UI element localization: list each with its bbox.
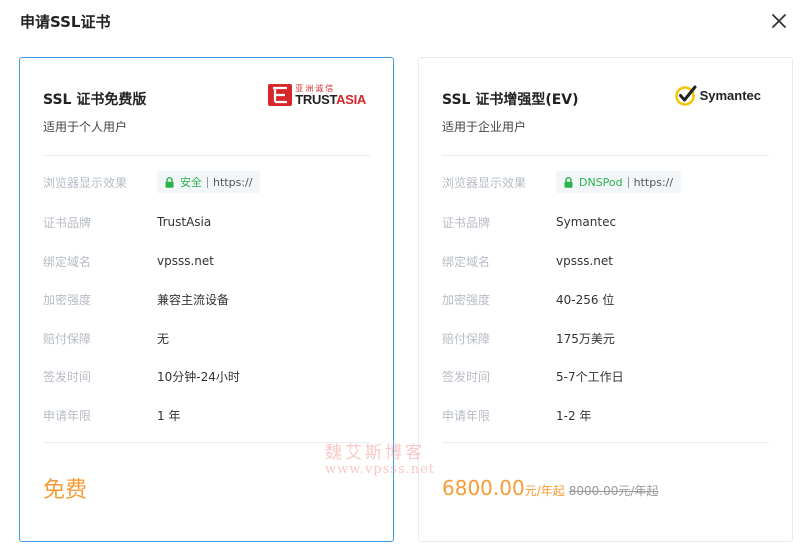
row-warranty: 赔付保障 175万美元 — [442, 331, 615, 346]
row-domain: 绑定域名 vpsss.net — [43, 254, 214, 269]
price-amount: 6800.00 — [442, 476, 525, 500]
row-warranty: 赔付保障 无 — [43, 331, 170, 346]
divider — [43, 442, 370, 443]
card-description: 适用于个人用户 — [43, 120, 128, 134]
row-domain: 绑定域名 vpsss.net — [442, 254, 613, 269]
row-encryption: 加密强度 40-256 位 — [442, 292, 615, 307]
symantec-check-icon — [674, 85, 697, 106]
lock-icon — [165, 176, 174, 188]
card-title: SSL 证书增强型(EV) — [442, 92, 579, 108]
lock-icon — [564, 176, 573, 188]
price-free: 免费 — [43, 478, 88, 503]
price-original: 8000.00元/年起 — [568, 484, 659, 498]
card-title: SSL 证书免费版 — [43, 92, 147, 108]
ssl-free-card[interactable]: SSL 证书免费版 适用于个人用户 亚洲诚信 TRUSTASIA 浏览器显示效果… — [19, 57, 394, 542]
card-description: 适用于企业用户 — [442, 120, 527, 134]
trustasia-logo: 亚洲诚信 TRUSTASIA — [268, 82, 366, 108]
divider — [442, 155, 769, 156]
dialog-title: 申请SSL证书 — [20, 13, 111, 31]
symantec-logo: Symantec — [674, 82, 761, 108]
row-brand: 证书品牌 TrustAsia — [43, 215, 212, 230]
row-brand: 证书品牌 Symantec — [442, 215, 617, 230]
trustasia-emblem-icon — [268, 84, 293, 106]
ssl-ev-card[interactable]: SSL 证书增强型(EV) 适用于企业用户 Symantec 浏览器显示效果 D… — [418, 57, 793, 542]
row-years: 申请年限 1-2 年 — [442, 408, 592, 423]
row-browser: 浏览器显示效果 DNSPod https:// — [442, 171, 769, 193]
row-browser: 浏览器显示效果 安全 https:// — [43, 171, 370, 193]
divider — [442, 442, 769, 443]
row-encryption: 加密强度 兼容主流设备 — [43, 292, 230, 307]
close-button[interactable] — [768, 10, 790, 32]
browser-preview: DNSPod https:// — [556, 171, 682, 193]
row-issue-time: 签发时间 10分钟-24小时 — [43, 369, 240, 384]
price-unit: 元/年起 — [524, 484, 565, 498]
row-issue-time: 签发时间 5-7个工作日 — [442, 369, 624, 384]
row-years: 申请年限 1 年 — [43, 408, 181, 423]
divider — [43, 155, 370, 156]
price-ev: 6800.00 元/年起 8000.00元/年起 — [442, 476, 658, 500]
close-icon — [772, 14, 786, 28]
browser-preview: 安全 https:// — [157, 171, 261, 193]
